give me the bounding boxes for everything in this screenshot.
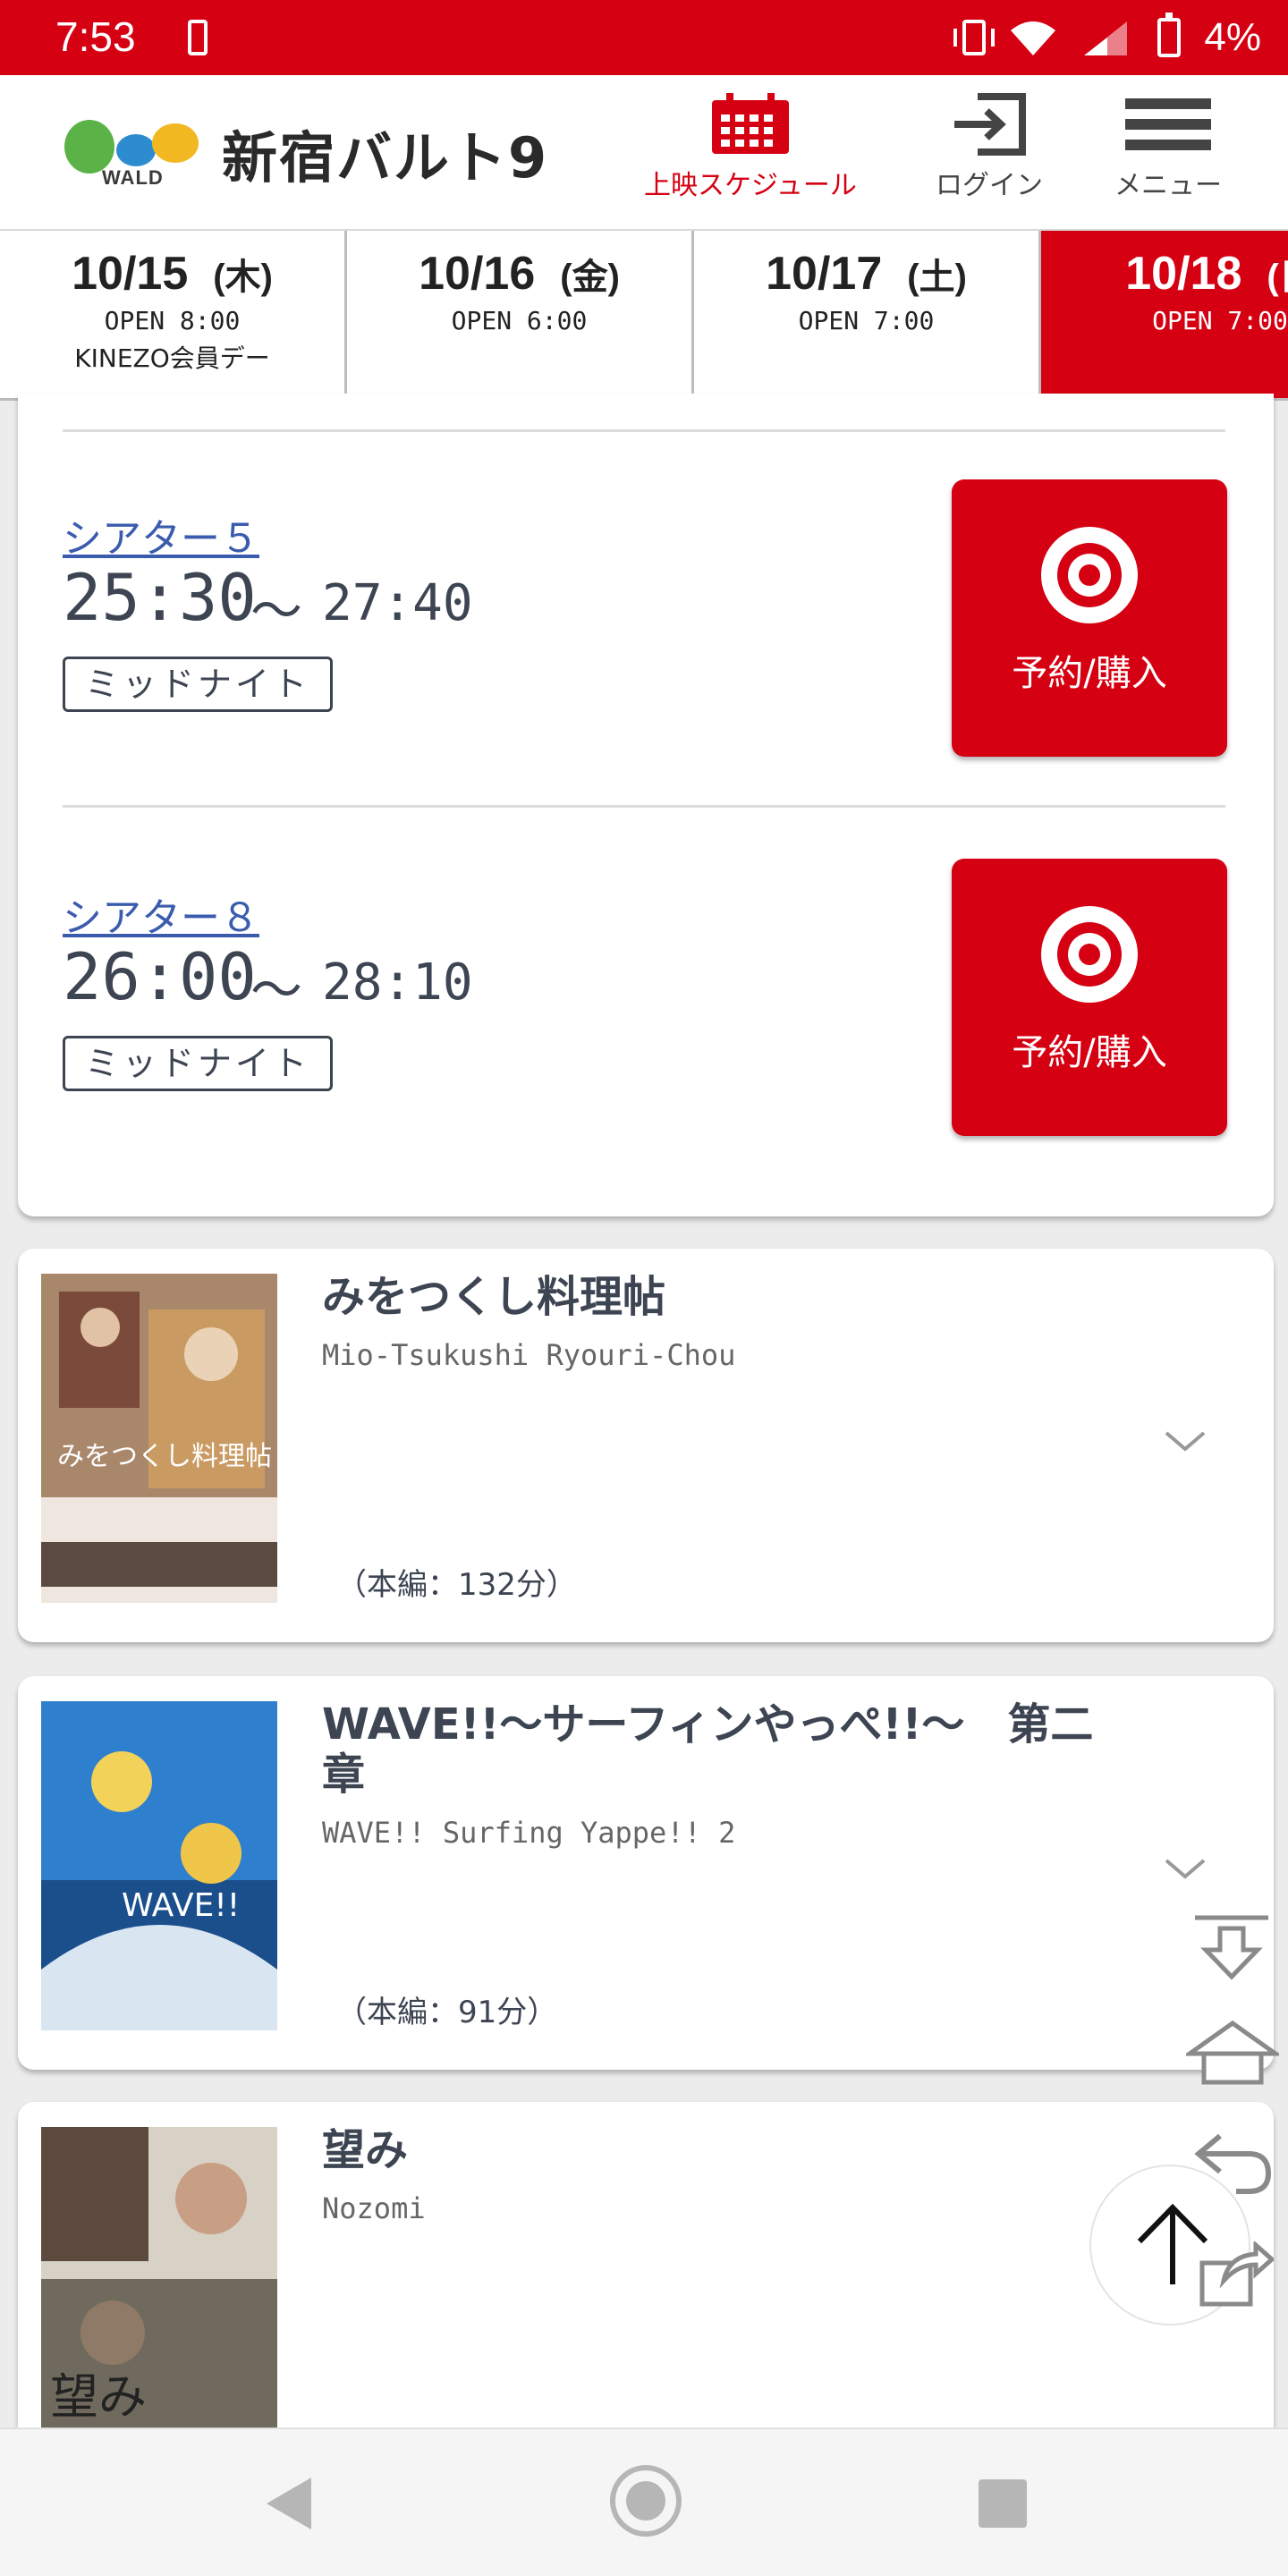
status-time: 7:53 [55, 13, 136, 60]
site-logo[interactable]: WALD 新宿バルト9 [63, 111, 564, 200]
start-time: 25:30 [63, 560, 257, 635]
tab-open-time: OPEN 6:00 [451, 306, 588, 335]
tab-note: KINEZO会員デー [74, 343, 270, 373]
site-header: WALD 新宿バルト9 上映スケジュール ログイン メニュー [0, 75, 1288, 231]
target-icon [1041, 906, 1138, 1003]
reserve-label: 予約/購入 [1012, 653, 1167, 694]
movie-runtime: （本編：91分） [336, 1995, 558, 2030]
divider [63, 805, 1225, 808]
poster-image: WAVE!! [41, 1701, 277, 2030]
chevron-down-icon[interactable] [1163, 1855, 1208, 1882]
end-time: 27:40 [322, 574, 473, 632]
theater-link[interactable]: シアター８ [63, 886, 259, 943]
battery-icon [1157, 13, 1182, 57]
movie-subtitle: Nozomi [322, 2191, 426, 2225]
status-bar: 7:53 4% [0, 0, 1288, 75]
reserve-button[interactable]: 予約/購入 [952, 859, 1227, 1136]
movie-subtitle: WAVE!! Surfing Yappe!! 2 [322, 1816, 736, 1850]
showtimes-card: シアター５ 25:30 ～ 27:40 ミッドナイト 予約/購入 シアター８ 2… [18, 394, 1274, 1216]
share-icon[interactable] [1199, 2241, 1274, 2308]
calendar-icon [711, 93, 789, 154]
login-label: ログイン [936, 170, 1043, 201]
movie-poster[interactable]: みをつくし料理帖 [41, 1274, 277, 1603]
wifi-icon [1011, 21, 1056, 55]
tab-date: 10/15 [72, 248, 189, 300]
poster-text: 望み [50, 2368, 147, 2425]
poster-text: WAVE!! [122, 1887, 240, 1924]
tab-date: 10/16 [419, 248, 536, 300]
vibrate-icon [953, 20, 996, 55]
movie-runtime: （本編：132分） [336, 1567, 577, 1603]
date-tabs: 10/15 (木) OPEN 8:00 KINEZO会員デー 10/16 (金) O… [0, 231, 1288, 401]
midnight-badge: ミッドナイト [63, 657, 334, 712]
time-separator: ～ [250, 580, 303, 641]
poster-image: 望み [41, 2127, 277, 2428]
recent-apps-button[interactable] [979, 2479, 1027, 2528]
movie-card[interactable]: WAVE!! WAVE!!～サーフィンやっぺ!!～ 第二章 WAVE!! Sur… [18, 1676, 1274, 2070]
time-separator: ～ [250, 960, 303, 1021]
home-icon[interactable] [1186, 2020, 1279, 2086]
target-icon [1041, 527, 1138, 623]
theater-link[interactable]: シアター５ [63, 506, 259, 564]
tab-open-time: OPEN 7:00 [798, 306, 935, 335]
movie-title[interactable]: みをつくし料理帖 [322, 1272, 1109, 1322]
logo-wald: WALD [102, 166, 164, 189]
movie-title[interactable]: WAVE!!～サーフィンやっぺ!!～ 第二章 [322, 1699, 1109, 1800]
tab-weekday: (木) [213, 258, 273, 297]
movie-poster[interactable]: 望み [41, 2127, 277, 2428]
tab-weekday: (金) [560, 258, 620, 297]
login-nav[interactable]: ログイン [936, 93, 1043, 202]
tab-open-time: OPEN 7:00 [1152, 306, 1288, 335]
date-tab[interactable]: 10/17 (土) OPEN 7:00 [694, 231, 1041, 398]
back-icon[interactable] [261, 2474, 315, 2533]
movie-subtitle: Mio-Tsukushi Ryouri-Chou [322, 1338, 736, 1372]
tab-date: 10/17 [766, 248, 883, 300]
showtime-row: シアター８ 26:00 ～ 28:10 ミッドナイト 予約/購入 [63, 859, 1227, 1172]
date-tab[interactable]: 10/16 (金) OPEN 6:00 [347, 231, 694, 398]
poster-image: みをつくし料理帖 [41, 1274, 277, 1603]
status-icons: 4% [953, 9, 1261, 66]
movie-title[interactable]: 望み [322, 2125, 1109, 2175]
date-tab[interactable]: 10/15 (木) OPEN 8:00 KINEZO会員デー [0, 231, 347, 398]
chevron-down-icon[interactable] [1163, 1428, 1208, 1454]
menu-nav[interactable]: メニュー [1114, 93, 1222, 202]
date-tab-active[interactable]: 10/18 (日 OPEN 7:00 [1041, 231, 1288, 398]
scroll-bottom-icon[interactable] [1193, 1914, 1270, 1980]
login-icon [954, 93, 1026, 156]
divider [63, 429, 1225, 432]
home-button[interactable] [610, 2465, 682, 2537]
movie-card[interactable]: みをつくし料理帖 みをつくし料理帖 Mio-Tsukushi Ryouri-Ch… [18, 1249, 1274, 1642]
tab-date: 10/18 [1125, 248, 1242, 300]
tab-weekday: (土) [907, 258, 967, 297]
start-time: 26:00 [63, 939, 257, 1014]
poster-text: みをつくし料理帖 [57, 1441, 272, 1472]
tab-open-time: OPEN 8:00 [104, 306, 241, 335]
schedule-nav[interactable]: 上映スケジュール [644, 93, 857, 202]
reserve-label: 予約/購入 [1012, 1032, 1167, 1073]
movie-poster[interactable]: WAVE!! [41, 1701, 277, 2030]
movie-card[interactable]: 望み 望み Nozomi [18, 2102, 1274, 2428]
showtime-row: シアター５ 25:30 ～ 27:40 ミッドナイト 予約/購入 [63, 479, 1227, 792]
signal-icon [1084, 21, 1128, 55]
midnight-badge: ミッドナイト [63, 1036, 334, 1091]
schedule-label: 上映スケジュール [644, 170, 857, 201]
system-nav-bar [0, 2428, 1288, 2576]
end-time: 28:10 [322, 953, 473, 1012]
logo-text: 新宿バルト9 [222, 125, 549, 191]
tab-weekday: (日 [1267, 258, 1288, 297]
menu-label: メニュー [1114, 170, 1222, 201]
menu-icon [1125, 93, 1211, 156]
phone-icon [188, 20, 208, 55]
reserve-button[interactable]: 予約/購入 [952, 479, 1227, 757]
battery-percent: 4% [1204, 15, 1261, 59]
